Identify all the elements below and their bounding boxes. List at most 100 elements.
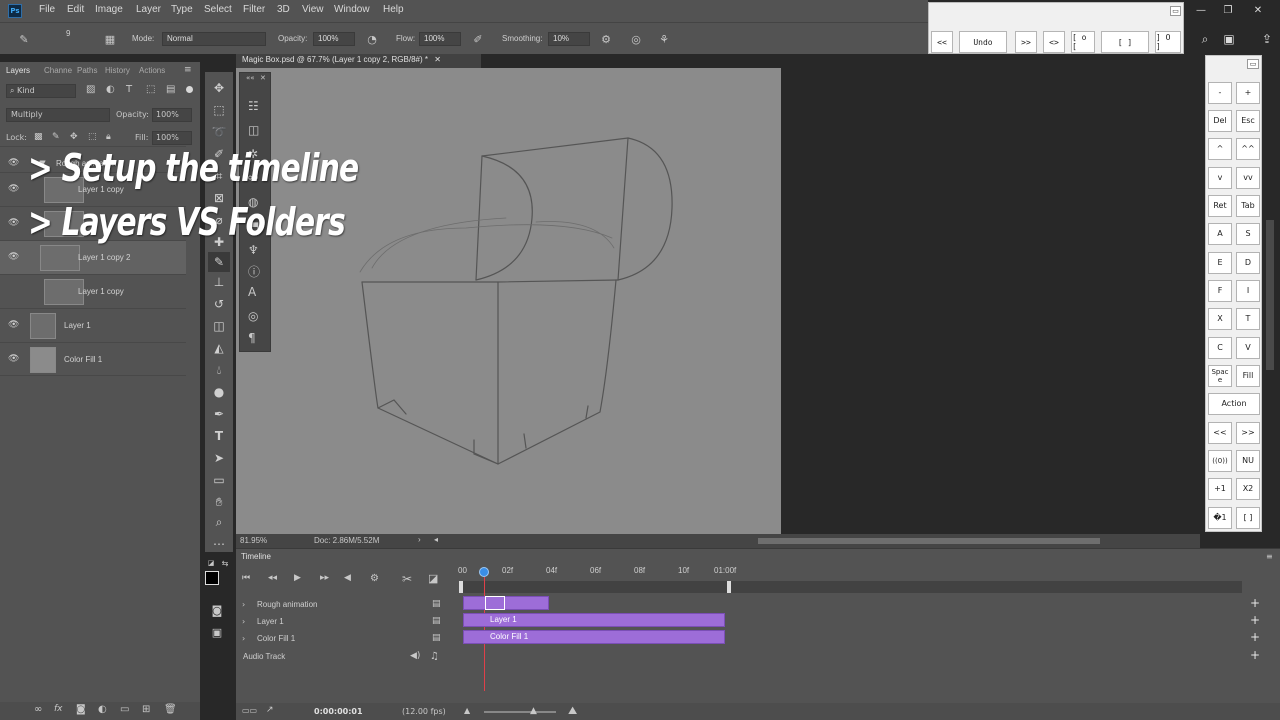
close-window-icon[interactable]: ✕ <box>1247 2 1269 18</box>
playhead-handle[interactable] <box>479 567 489 577</box>
filter-adjustment-icon[interactable]: ◐ <box>106 84 115 95</box>
zoom-slider[interactable] <box>484 711 556 713</box>
menu-type[interactable]: Type <box>171 4 193 15</box>
foreground-color-swatch[interactable] <box>205 571 219 585</box>
screen-mode-icon[interactable]: ▣ <box>208 624 226 640</box>
settings-icon[interactable]: ⚙ <box>370 573 379 584</box>
key-space[interactable]: Spac e <box>1208 365 1232 387</box>
add-media-icon[interactable]: + <box>1250 613 1260 627</box>
add-media-icon[interactable]: + <box>1250 596 1260 610</box>
key-plus[interactable]: + <box>1236 82 1260 104</box>
filter-kind-select[interactable]: ⌕ Kind <box>6 84 76 98</box>
music-note-icon[interactable]: ♫ <box>430 651 439 662</box>
canvas[interactable] <box>236 68 781 534</box>
document-tab[interactable]: Magic Box.psd @ 67.7% (Layer 1 copy 2, R… <box>236 54 481 68</box>
opacity-field[interactable]: 100% <box>152 108 192 122</box>
eye-icon[interactable]: 👁︎ <box>8 252 19 262</box>
close-panel-icon[interactable]: ✕ <box>260 74 266 82</box>
film-icon[interactable]: ▤ <box>432 616 441 626</box>
opacity-field[interactable]: 100% <box>313 32 355 46</box>
film-icon[interactable]: ▤ <box>432 633 441 643</box>
eraser-tool-icon[interactable]: ◫ <box>208 316 230 336</box>
transition-icon[interactable]: ◪ <box>428 572 438 585</box>
filter-smart-icon[interactable]: ▤ <box>166 84 175 95</box>
key-c[interactable]: C <box>1208 337 1232 359</box>
undo-back-button[interactable]: << <box>931 31 953 53</box>
key-up[interactable]: ^ <box>1208 138 1232 160</box>
convert-frames-icon[interactable]: ▭▭ <box>242 706 257 715</box>
share-icon[interactable]: ⇪ <box>1258 30 1276 48</box>
paragraph-icon[interactable]: ¶ <box>248 331 256 345</box>
track-rough-animation[interactable]: Rough animation <box>257 600 317 609</box>
key-minus[interactable]: - <box>1208 82 1232 104</box>
layer-row-layer-1-copy-b[interactable]: Layer 1 copy <box>0 274 186 308</box>
right-scrollbar[interactable] <box>1266 220 1274 370</box>
add-media-icon[interactable]: + <box>1250 630 1260 644</box>
key-x[interactable]: X <box>1208 308 1232 330</box>
audio-icon[interactable]: ◀ <box>344 573 351 583</box>
track-color-fill-1[interactable]: Color Fill 1 <box>257 634 295 643</box>
color-fill-clip[interactable]: Color Fill 1 <box>463 630 725 644</box>
close-tab-icon[interactable]: ✕ <box>434 55 441 64</box>
minimize-window-icon[interactable]: — <box>1190 2 1212 18</box>
brush-tool-icon[interactable]: ✎ <box>208 252 230 272</box>
zoom-in-icon[interactable]: ⛰ <box>568 704 577 718</box>
scroll-left-icon[interactable]: ◂ <box>434 535 438 544</box>
restore-window-icon[interactable]: ❐ <box>1217 2 1239 18</box>
fill-field[interactable]: 100% <box>152 131 192 145</box>
lock-image-icon[interactable]: ✎ <box>52 132 60 142</box>
symmetry-icon[interactable]: ⚘ <box>656 31 672 47</box>
paint-bucket-icon[interactable]: ◭ <box>208 338 230 358</box>
tab-paths[interactable]: Paths <box>77 66 97 75</box>
lock-position-icon[interactable]: ✥ <box>70 132 78 142</box>
menu-help[interactable]: Help <box>383 4 404 15</box>
properties-icon[interactable]: ☷ <box>248 99 259 113</box>
blur-tool-icon[interactable]: 💧︎ <box>208 360 230 380</box>
more-tools-icon[interactable]: ⋯ <box>208 534 230 554</box>
key-down[interactable]: v <box>1208 167 1232 189</box>
collapse-panel-icon[interactable]: «« <box>246 74 255 82</box>
menu-image[interactable]: Image <box>95 4 123 15</box>
menu-select[interactable]: Select <box>204 4 232 15</box>
key-ret[interactable]: Ret <box>1208 195 1232 217</box>
play-icon[interactable]: ▶ <box>294 573 301 583</box>
pressure-size-icon[interactable]: ◎ <box>628 31 644 47</box>
key-fill[interactable]: Fill <box>1236 365 1260 387</box>
rough-animation-clip[interactable] <box>463 596 549 610</box>
track-layer-1[interactable]: Layer 1 <box>257 617 284 626</box>
menu-layer[interactable]: Layer <box>136 4 161 15</box>
mode-select[interactable]: Normal <box>162 32 266 46</box>
lock-all-icon[interactable]: 🔒︎ <box>106 132 111 142</box>
eye-icon[interactable]: 👁︎ <box>8 218 19 228</box>
first-frame-icon[interactable]: ⏮ <box>242 573 250 583</box>
pressure-opacity-icon[interactable]: ◔ <box>364 31 380 47</box>
dodge-tool-icon[interactable]: ● <box>208 382 230 402</box>
quick-mask-icon[interactable]: ◙ <box>208 602 226 618</box>
tab-history[interactable]: History <box>105 66 130 75</box>
swap-colors-icon[interactable]: ⇆ <box>220 558 230 568</box>
search-icon[interactable]: ⌕ <box>1196 30 1214 48</box>
brush-settings-icon[interactable]: ▦ <box>102 31 118 47</box>
tab-actions[interactable]: Actions <box>139 66 165 75</box>
key-del[interactable]: Del <box>1208 110 1232 132</box>
key-brackets[interactable]: [ ] <box>1236 507 1260 529</box>
redo-button[interactable]: >> <box>1015 31 1037 53</box>
key-a[interactable]: A <box>1208 223 1232 245</box>
layer-row-layer-1-copy-2[interactable]: 👁︎ Layer 1 copy 2 <box>0 240 186 274</box>
render-icon[interactable]: ↗ <box>266 705 274 715</box>
pen-tool-icon[interactable]: ✒ <box>208 404 230 424</box>
brush-tool-icon[interactable]: ✎ <box>16 31 32 47</box>
next-frame-icon[interactable]: ▸▸ <box>320 573 329 583</box>
tab-channels[interactable]: Channe <box>44 66 72 75</box>
filter-pixel-icon[interactable]: ▨ <box>86 84 95 95</box>
work-area-end-handle[interactable] <box>727 581 731 593</box>
key-tab[interactable]: Tab <box>1236 195 1260 217</box>
character-icon[interactable]: A <box>248 285 256 299</box>
key-loop[interactable]: ((0)) <box>1208 450 1232 472</box>
previous-frame-icon[interactable]: ◂◂ <box>268 573 277 583</box>
menu-edit[interactable]: Edit <box>67 4 84 15</box>
undo-button[interactable]: Undo <box>959 31 1007 53</box>
tab-layers[interactable]: Layers <box>6 66 30 75</box>
key-action[interactable]: Action <box>1208 393 1260 415</box>
rectangle-tool-icon[interactable]: ▭ <box>208 470 230 490</box>
